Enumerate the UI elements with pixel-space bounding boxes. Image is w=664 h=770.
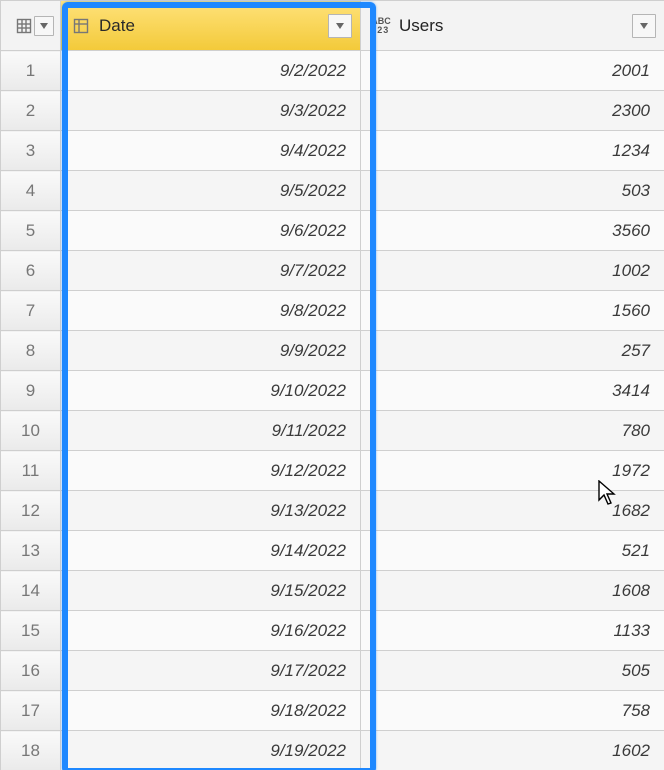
cell-date[interactable]: 9/2/2022 xyxy=(61,51,361,91)
row-number[interactable]: 9 xyxy=(1,371,61,411)
table-row[interactable]: 109/11/2022780 xyxy=(1,411,664,451)
row-number[interactable]: 15 xyxy=(1,611,61,651)
row-number[interactable]: 8 xyxy=(1,331,61,371)
row-number[interactable]: 16 xyxy=(1,651,61,691)
table-dropdown-button[interactable] xyxy=(34,16,54,36)
table-row[interactable]: 79/8/20221560 xyxy=(1,291,664,331)
cell-date[interactable]: 9/14/2022 xyxy=(61,531,361,571)
cell-users[interactable]: 780 xyxy=(361,411,664,451)
table-body: 19/2/20222001 29/3/20222300 39/4/2022123… xyxy=(1,51,664,770)
row-number[interactable]: 13 xyxy=(1,531,61,571)
cell-date[interactable]: 9/5/2022 xyxy=(61,171,361,211)
cell-users[interactable]: 1682 xyxy=(361,491,664,531)
table-row[interactable]: 139/14/2022521 xyxy=(1,531,664,571)
query-editor-viewport: Date ABC123 Users 19/2/20222001 29/3/202… xyxy=(0,0,664,770)
table-row[interactable]: 99/10/20223414 xyxy=(1,371,664,411)
cell-users[interactable]: 1560 xyxy=(361,291,664,331)
cell-users[interactable]: 521 xyxy=(361,531,664,571)
cell-users[interactable]: 3414 xyxy=(361,371,664,411)
cell-users[interactable]: 3560 xyxy=(361,211,664,251)
abc123-type-icon: ABC123 xyxy=(371,16,391,36)
cell-date[interactable]: 9/17/2022 xyxy=(61,651,361,691)
row-number[interactable]: 17 xyxy=(1,691,61,731)
cell-date[interactable]: 9/18/2022 xyxy=(61,691,361,731)
cell-users[interactable]: 503 xyxy=(361,171,664,211)
table-row[interactable]: 29/3/20222300 xyxy=(1,91,664,131)
table-row[interactable]: 59/6/20223560 xyxy=(1,211,664,251)
column-label: Date xyxy=(99,16,328,36)
row-number[interactable]: 18 xyxy=(1,731,61,770)
date-type-icon xyxy=(71,16,91,36)
cell-date[interactable]: 9/9/2022 xyxy=(61,331,361,371)
cell-users[interactable]: 505 xyxy=(361,651,664,691)
cell-users[interactable]: 1602 xyxy=(361,731,664,770)
table-row[interactable]: 39/4/20221234 xyxy=(1,131,664,171)
row-number[interactable]: 12 xyxy=(1,491,61,531)
table-row[interactable]: 89/9/2022257 xyxy=(1,331,664,371)
column-header-date[interactable]: Date xyxy=(61,1,361,51)
row-number[interactable]: 1 xyxy=(1,51,61,91)
cell-date[interactable]: 9/6/2022 xyxy=(61,211,361,251)
cell-users[interactable]: 2300 xyxy=(361,91,664,131)
cell-date[interactable]: 9/8/2022 xyxy=(61,291,361,331)
table-row[interactable]: 159/16/20221133 xyxy=(1,611,664,651)
row-number[interactable]: 6 xyxy=(1,251,61,291)
row-number[interactable]: 14 xyxy=(1,571,61,611)
cell-users[interactable]: 1002 xyxy=(361,251,664,291)
table-row[interactable]: 149/15/20221608 xyxy=(1,571,664,611)
row-gutter-header[interactable] xyxy=(1,1,61,51)
cell-date[interactable]: 9/16/2022 xyxy=(61,611,361,651)
cell-date[interactable]: 9/13/2022 xyxy=(61,491,361,531)
row-number[interactable]: 4 xyxy=(1,171,61,211)
table-row[interactable]: 179/18/2022758 xyxy=(1,691,664,731)
row-number[interactable]: 3 xyxy=(1,131,61,171)
table-row[interactable]: 129/13/20221682 xyxy=(1,491,664,531)
cell-users[interactable]: 1133 xyxy=(361,611,664,651)
table-row[interactable]: 119/12/20221972 xyxy=(1,451,664,491)
table-row[interactable]: 69/7/20221002 xyxy=(1,251,664,291)
table-row[interactable]: 19/2/20222001 xyxy=(1,51,664,91)
cell-date[interactable]: 9/10/2022 xyxy=(61,371,361,411)
cell-date[interactable]: 9/3/2022 xyxy=(61,91,361,131)
data-table: Date ABC123 Users 19/2/20222001 29/3/202… xyxy=(0,0,664,770)
table-row[interactable]: 189/19/20221602 xyxy=(1,731,664,770)
cell-date[interactable]: 9/4/2022 xyxy=(61,131,361,171)
column-header-users[interactable]: ABC123 Users xyxy=(361,1,664,51)
cell-date[interactable]: 9/12/2022 xyxy=(61,451,361,491)
cell-users[interactable]: 2001 xyxy=(361,51,664,91)
cell-users[interactable]: 758 xyxy=(361,691,664,731)
row-number[interactable]: 7 xyxy=(1,291,61,331)
cell-users[interactable]: 1234 xyxy=(361,131,664,171)
table-row[interactable]: 169/17/2022505 xyxy=(1,651,664,691)
row-number[interactable]: 2 xyxy=(1,91,61,131)
cell-users[interactable]: 257 xyxy=(361,331,664,371)
cell-date[interactable]: 9/7/2022 xyxy=(61,251,361,291)
table-icon xyxy=(14,16,34,36)
column-label: Users xyxy=(399,16,632,36)
row-number[interactable]: 10 xyxy=(1,411,61,451)
row-number[interactable]: 11 xyxy=(1,451,61,491)
cell-date[interactable]: 9/19/2022 xyxy=(61,731,361,770)
row-number[interactable]: 5 xyxy=(1,211,61,251)
table-row[interactable]: 49/5/2022503 xyxy=(1,171,664,211)
column-filter-button[interactable] xyxy=(632,14,656,38)
cell-date[interactable]: 9/15/2022 xyxy=(61,571,361,611)
cell-users[interactable]: 1608 xyxy=(361,571,664,611)
cell-users[interactable]: 1972 xyxy=(361,451,664,491)
cell-date[interactable]: 9/11/2022 xyxy=(61,411,361,451)
column-filter-button[interactable] xyxy=(328,14,352,38)
